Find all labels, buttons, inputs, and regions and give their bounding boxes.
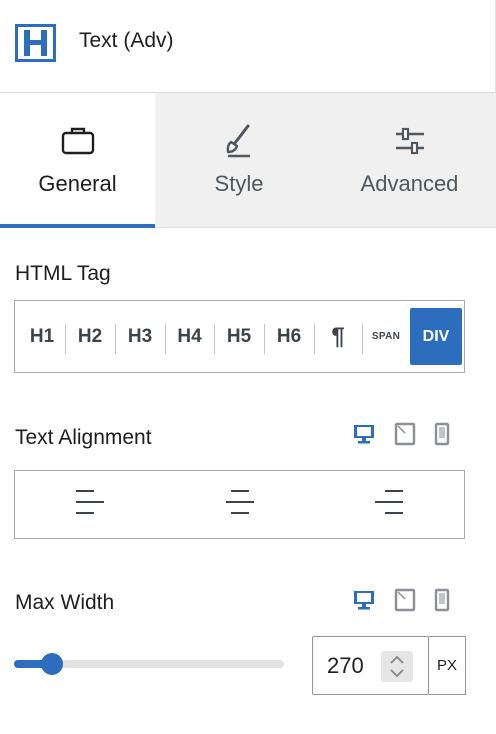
align-right-button[interactable] xyxy=(314,471,464,538)
tab-general[interactable]: General xyxy=(0,93,155,228)
block-header: Text (Adv) xyxy=(0,0,496,93)
tablet-icon[interactable] xyxy=(394,588,416,612)
mobile-icon[interactable] xyxy=(434,588,450,612)
tab-style[interactable]: Style xyxy=(155,93,323,228)
inspector-tabs: General Style Advanced xyxy=(0,93,496,228)
html-tag-selector: H1 H2 H3 H4 H5 H6 ¶ SPAN DIV xyxy=(14,300,465,373)
slider-thumb[interactable] xyxy=(41,653,63,675)
tag-h1-button[interactable]: H1 xyxy=(19,308,65,365)
mobile-icon[interactable] xyxy=(434,422,450,446)
tab-label: Style xyxy=(214,171,264,196)
align-center-icon xyxy=(224,487,256,522)
alignment-device-switcher xyxy=(352,422,450,446)
align-left-button[interactable] xyxy=(15,471,165,538)
block-title: Text (Adv) xyxy=(79,29,174,52)
max-width-slider[interactable] xyxy=(14,650,284,678)
tag-h4-button[interactable]: H4 xyxy=(165,308,214,365)
html-tag-label: HTML Tag xyxy=(15,262,111,285)
max-width-device-switcher xyxy=(352,588,450,612)
align-right-icon xyxy=(373,487,405,522)
tag-h5-button[interactable]: H5 xyxy=(214,308,264,365)
briefcase-icon xyxy=(60,123,96,159)
max-width-value: 270 xyxy=(327,653,364,678)
tag-h3-button[interactable]: H3 xyxy=(115,308,165,365)
unit-selector-button[interactable]: PX xyxy=(429,636,466,695)
align-center-button[interactable] xyxy=(165,471,315,538)
tag-span-button[interactable]: SPAN xyxy=(362,308,410,365)
tag-div-button[interactable]: DIV xyxy=(410,308,462,365)
align-left-icon xyxy=(74,487,106,522)
text-alignment-selector xyxy=(14,470,465,539)
max-width-label: Max Width xyxy=(15,591,115,614)
tab-label: General xyxy=(38,171,117,196)
heading-h-icon xyxy=(15,24,56,62)
tablet-icon[interactable] xyxy=(394,422,416,446)
text-alignment-label: Text Alignment xyxy=(15,426,152,449)
tag-h6-button[interactable]: H6 xyxy=(264,308,314,365)
desktop-icon[interactable] xyxy=(352,422,376,446)
tag-paragraph-button[interactable]: ¶ xyxy=(314,308,362,365)
brush-icon xyxy=(221,123,257,159)
sliders-icon xyxy=(392,123,428,159)
desktop-icon[interactable] xyxy=(352,588,376,612)
tab-advanced[interactable]: Advanced xyxy=(323,93,496,228)
max-width-input[interactable]: 270 xyxy=(312,636,429,695)
tag-h2-button[interactable]: H2 xyxy=(65,308,115,365)
tab-label: Advanced xyxy=(360,171,459,196)
number-spinner[interactable] xyxy=(381,651,413,682)
